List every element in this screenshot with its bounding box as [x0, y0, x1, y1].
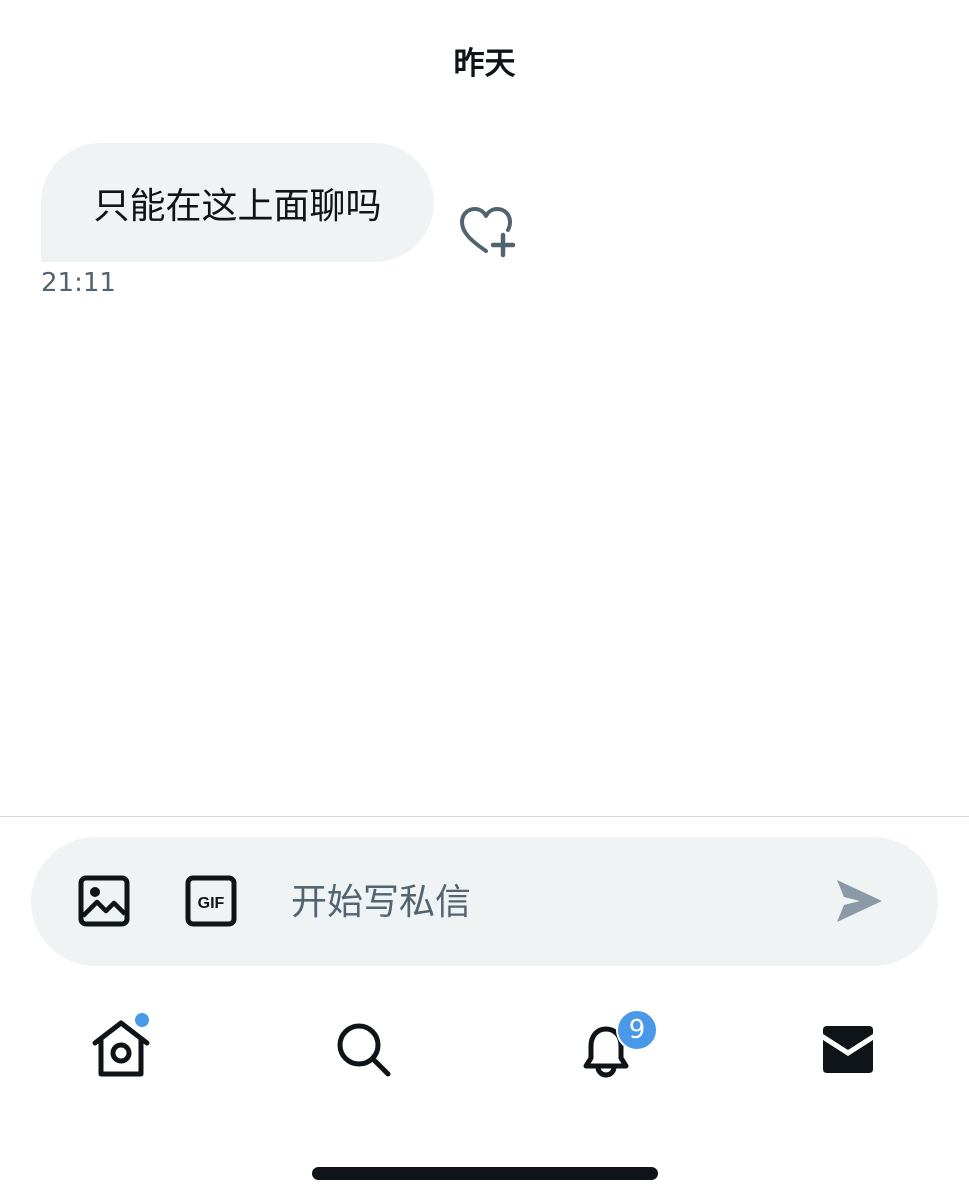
bottom-tab-bar: 9 — [0, 1009, 969, 1082]
message-timestamp: 21:11 — [41, 268, 116, 298]
send-button[interactable] — [834, 878, 884, 924]
image-icon — [78, 875, 130, 927]
add-image-button[interactable] — [78, 875, 130, 927]
message-input[interactable] — [291, 865, 811, 939]
message-composer: GIF — [31, 837, 938, 966]
divider — [0, 816, 969, 817]
gif-icon: GIF — [185, 875, 237, 927]
tab-search[interactable] — [330, 1016, 396, 1082]
mail-icon — [823, 1026, 873, 1073]
message-text: 只能在这上面聊吗 — [93, 185, 382, 227]
date-header: 昨天 — [453, 46, 516, 82]
send-icon — [837, 880, 882, 922]
search-icon — [337, 1023, 391, 1077]
tab-notifications[interactable]: 9 — [573, 1009, 658, 1082]
notification-badge: 9 — [616, 1009, 658, 1051]
home-notification-dot — [133, 1011, 151, 1029]
home-indicator[interactable] — [312, 1167, 658, 1180]
add-reaction-button[interactable] — [456, 205, 516, 259]
tab-home[interactable] — [88, 1011, 154, 1082]
tab-messages[interactable] — [815, 1016, 881, 1082]
message-bubble[interactable]: 只能在这上面聊吗 — [41, 143, 434, 262]
add-gif-button[interactable]: GIF — [185, 875, 237, 927]
heart-plus-icon — [460, 207, 516, 258]
gif-label: GIF — [198, 895, 225, 912]
